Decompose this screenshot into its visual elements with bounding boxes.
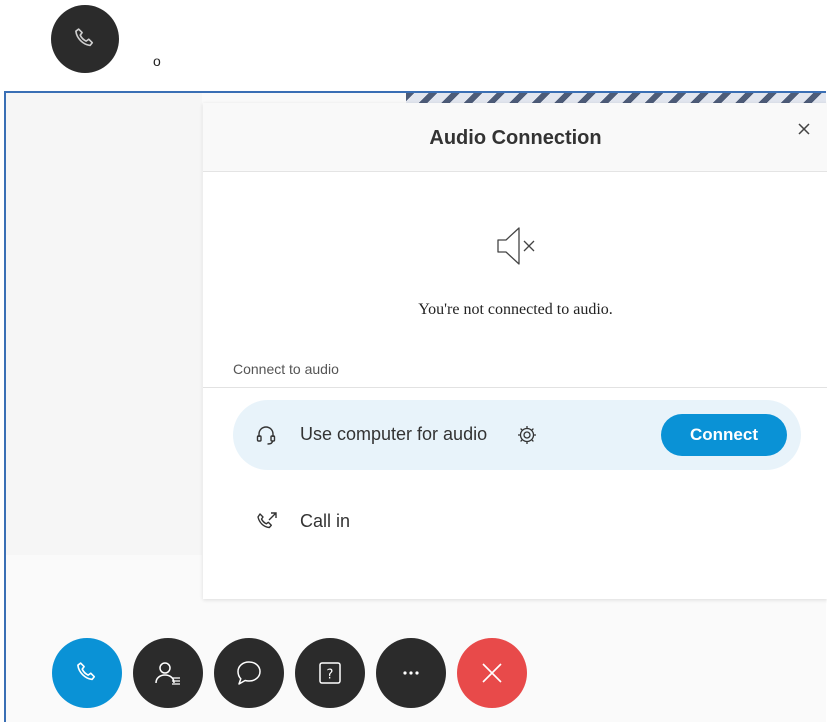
section-divider [203, 387, 827, 388]
end-call-icon [482, 663, 502, 683]
help-icon: ? [319, 662, 341, 684]
left-area [6, 93, 202, 555]
call-in-option[interactable]: Call in [233, 503, 633, 543]
chat-icon [237, 661, 261, 685]
more-options-button[interactable] [376, 638, 446, 708]
audio-button[interactable] [52, 638, 122, 708]
more-icon [403, 671, 419, 675]
gear-icon[interactable] [516, 424, 538, 446]
close-icon [798, 123, 810, 135]
close-button[interactable] [794, 119, 814, 139]
top-phone-button[interactable] [51, 5, 119, 73]
call-in-label: Call in [300, 511, 351, 531]
speaker-muted-icon [497, 227, 535, 265]
participants-icon [155, 662, 180, 685]
audio-status-text: You're not connected to audio. [418, 301, 613, 318]
stray-dot: o [153, 53, 161, 69]
participants-button[interactable] [133, 638, 203, 708]
connect-to-audio-label: Connect to audio [233, 361, 339, 377]
use-computer-audio-label: Use computer for audio [300, 424, 488, 444]
phone-icon [77, 662, 96, 681]
phone-icon [75, 28, 94, 47]
headset-icon [256, 426, 276, 445]
meeting-window: Audio Connection You're not connected to… [4, 91, 827, 722]
end-call-button[interactable] [457, 638, 527, 708]
audio-connection-dialog: Audio Connection You're not connected to… [203, 103, 827, 599]
dialog-header: Audio Connection [203, 103, 827, 172]
meeting-toolbar: ? [52, 638, 527, 708]
use-computer-audio-option[interactable]: Use computer for audio Connect [233, 400, 801, 470]
phone-outgoing-icon [257, 512, 277, 529]
help-glyph: ? [327, 668, 334, 683]
dialog-title: Audio Connection [429, 127, 602, 149]
help-button[interactable]: ? [295, 638, 365, 708]
connect-button[interactable]: Connect [661, 414, 787, 456]
chat-button[interactable] [214, 638, 284, 708]
